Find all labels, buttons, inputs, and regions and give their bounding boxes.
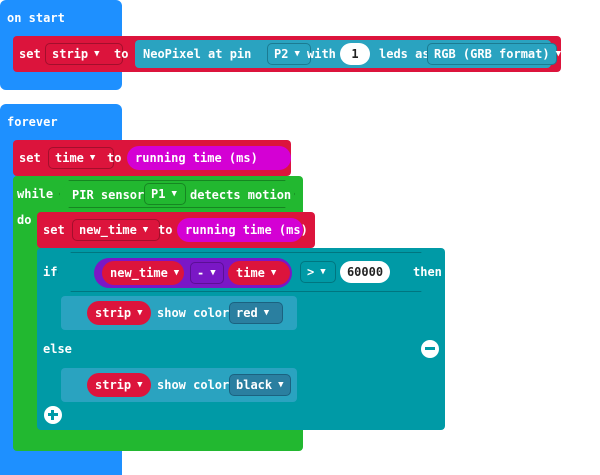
detects-motion-label: detects motion [190,188,292,202]
if-block[interactable]: if new_time ▼ - ▼ time ▼ > ▼ 60000 then … [37,248,445,430]
chevron-down-icon: ▼ [142,225,149,235]
pir-pin-label: P1 [151,187,166,201]
subtract-block[interactable]: new_time ▼ - ▼ time ▼ [94,258,292,288]
forever-label: forever [7,115,58,129]
leds-as-label: leds as [379,47,430,61]
format-dropdown[interactable]: RGB (GRB format) ▼ [427,43,561,65]
strip-var-label: strip [95,306,132,320]
color-black-dropdown[interactable]: black ▼ [229,374,291,396]
pin-dropdown[interactable]: P2 ▼ [267,43,311,65]
set-keyword: set [19,151,41,165]
set-keyword: set [19,47,41,61]
set-strip-block[interactable]: set strip ▼ to NeoPixel at pin P2 ▼ with… [13,36,561,72]
if-keyword: if [43,265,58,279]
format-label: RGB (GRB format) [434,47,550,61]
chevron-down-icon: ▼ [294,49,300,59]
show-color-red-block[interactable]: strip ▼ show color red ▼ [61,296,297,330]
show-color-label: show color [157,306,230,320]
operator-dropdown[interactable]: - ▼ [190,262,224,284]
new-time-variable-label: new_time [79,223,137,237]
color-red-dropdown[interactable]: red ▼ [229,302,283,324]
chevron-down-icon: ▼ [278,380,284,390]
new-time-variable-dropdown[interactable]: new_time ▼ [72,219,160,241]
chevron-down-icon: ▼ [263,308,270,318]
color-black-label: black [236,378,273,392]
pir-sensor-condition[interactable]: PIR sensor P1 ▼ detects motion [59,180,295,208]
add-else-if-icon[interactable] [44,406,62,424]
to-keyword: to [107,151,122,165]
on-start-label: on start [7,11,65,25]
neopixel-create-block[interactable]: NeoPixel at pin P2 ▼ with 1 leds as RGB … [135,40,561,68]
time-var-label: time [236,266,265,280]
strip-var-pill[interactable]: strip ▼ [87,301,151,325]
chevron-down-icon: ▼ [173,268,180,278]
then-keyword: then [413,265,442,279]
led-count-input[interactable]: 1 [340,43,370,65]
chevron-down-icon: ▼ [94,49,100,59]
time-variable-dropdown[interactable]: time ▼ [48,147,114,169]
to-keyword: to [158,223,173,237]
chevron-down-icon: ▼ [171,189,177,199]
new-time-var-pill[interactable]: new_time ▼ [102,261,184,285]
do-keyword: do [17,213,32,227]
operator-label: - [197,266,205,280]
running-time-reporter[interactable]: running time (ms) [177,218,308,242]
with-keyword: with [307,47,336,61]
set-keyword: set [43,223,65,237]
color-red-label: red [236,306,258,320]
running-time-reporter[interactable]: running time (ms) [127,146,291,170]
chevron-down-icon: ▼ [89,153,96,163]
pin-label: P2 [274,47,289,61]
comparison-dropdown[interactable]: > ▼ [300,261,336,283]
strip-var-pill[interactable]: strip ▼ [87,373,151,397]
chevron-down-icon: ▼ [137,308,143,318]
while-keyword: while [17,187,54,201]
set-new-time-block[interactable]: set new_time ▼ to running time (ms) [37,212,315,248]
strip-variable-dropdown[interactable]: strip ▼ [45,43,123,65]
threshold-input[interactable]: 60000 [340,261,390,283]
neopixel-label: NeoPixel at pin [143,47,252,61]
time-variable-label: time [55,151,84,165]
new-time-var-label: new_time [110,266,168,280]
to-keyword: to [114,47,129,61]
pir-pin-dropdown[interactable]: P1 ▼ [144,183,186,205]
chevron-down-icon: ▼ [210,268,216,278]
remove-else-icon[interactable] [421,340,439,358]
time-var-pill[interactable]: time ▼ [228,261,290,285]
show-color-label: show color [157,378,230,392]
chevron-down-icon: ▼ [555,49,562,59]
show-color-black-block[interactable]: strip ▼ show color black ▼ [61,368,297,402]
chevron-down-icon: ▼ [137,380,143,390]
pir-sensor-label: PIR sensor [72,188,145,202]
strip-variable-label: strip [52,47,89,61]
comparison-label: > [307,265,315,279]
chevron-down-icon: ▼ [320,267,326,277]
compare-condition[interactable]: new_time ▼ - ▼ time ▼ > ▼ 60000 [57,252,435,292]
strip-var-label: strip [95,378,132,392]
set-time-block[interactable]: set time ▼ to running time (ms) [13,140,291,176]
else-keyword: else [43,342,72,356]
chevron-down-icon: ▼ [270,268,277,278]
